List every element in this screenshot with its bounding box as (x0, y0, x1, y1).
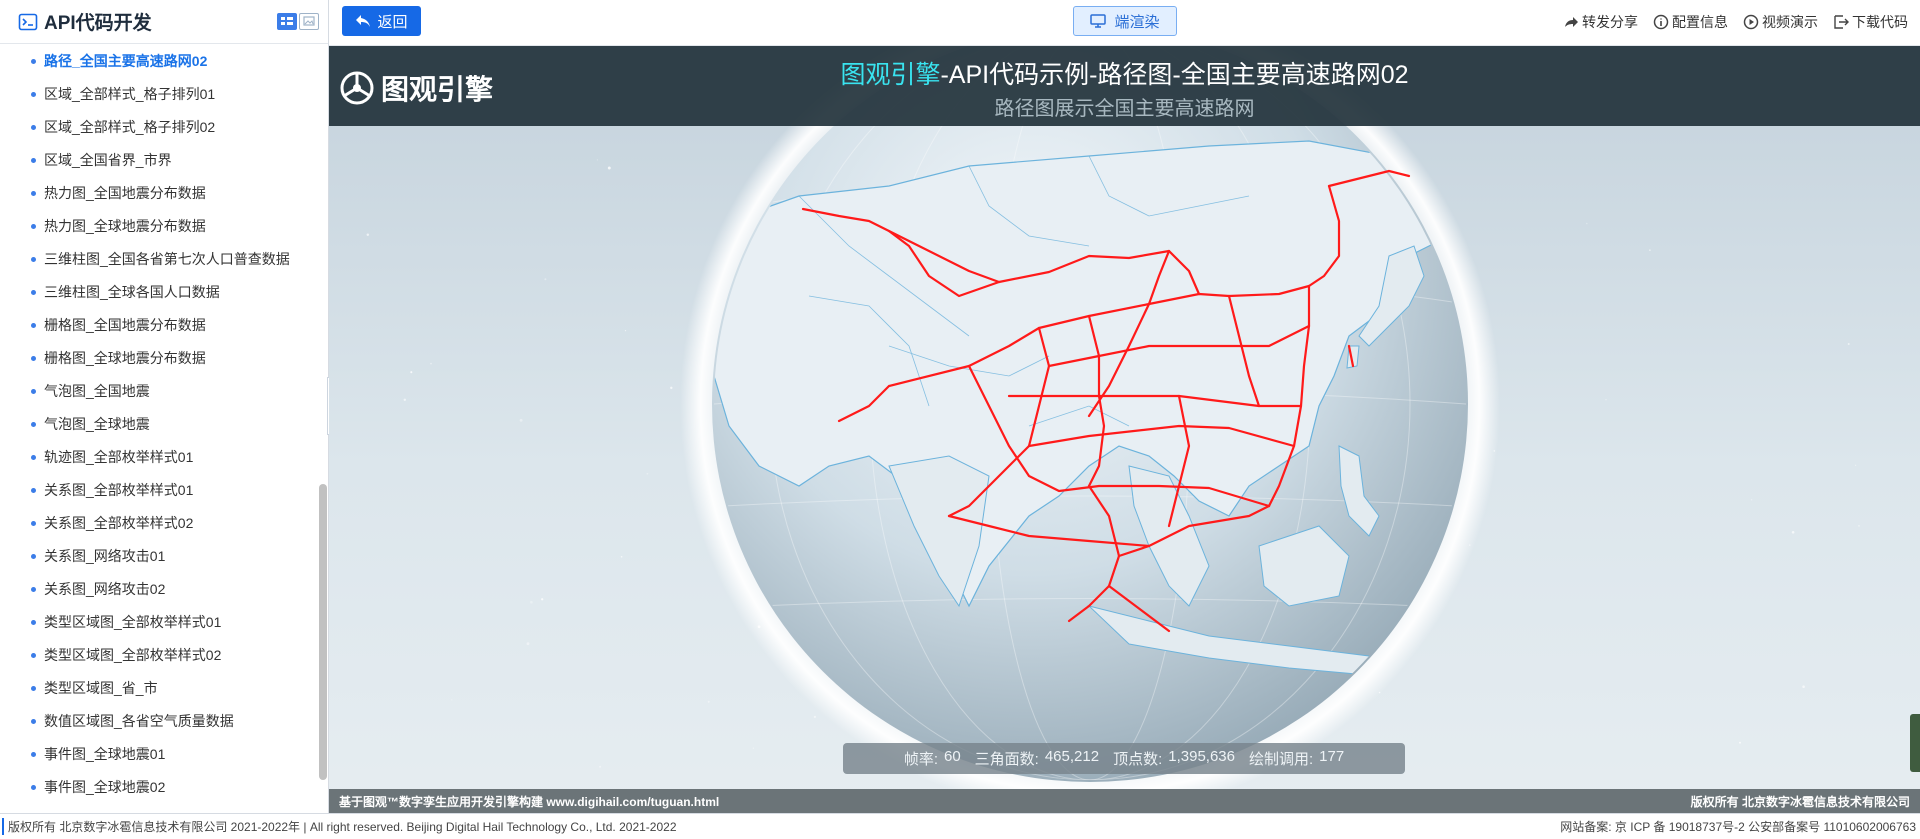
map-viewport[interactable]: 图观引擎 图观引擎-API代码示例-路径图-全国主要高速路网02 路径图展示全国… (329, 46, 1920, 813)
title-banner: 图观引擎 图观引擎-API代码示例-路径图-全国主要高速路网02 路径图展示全国… (329, 46, 1920, 126)
app-window: API代码开发 路径_全国主要高速路网02 区域_全部样式_格子排列01 区域_全部… (0, 0, 1920, 839)
render-mode-label: 端渲染 (1114, 13, 1160, 31)
sidebar-title: API代码开发 (44, 13, 152, 34)
stat-label: 顶点数: (1113, 751, 1163, 768)
sidebar-item[interactable]: 路径_全国主要高速路网02 (0, 47, 320, 80)
toolbar-actions: 转发分享 配置信息 视频演示 下载代码 (1563, 12, 1908, 32)
action-play[interactable]: 视频演示 (1743, 12, 1818, 32)
side-panel-handle[interactable] (1910, 714, 1920, 772)
sidebar-item[interactable]: 关系图_网络攻击01 (0, 542, 320, 575)
example-title: 图观引擎-API代码示例-路径图-全国主要高速路网02 (329, 55, 1920, 91)
credit-bar: 基于图观™数字孪生应用开发引擎构建 www.digihail.com/tugua… (329, 789, 1920, 813)
play-icon (1743, 14, 1759, 30)
credit-right: 版权所有 北京数字冰雹信息技术有限公司 (1690, 794, 1910, 809)
title-highlight: 图观引擎 (840, 61, 941, 89)
sidebar-item[interactable]: 热力图_全国地震分布数据 (0, 179, 320, 212)
back-button[interactable]: 返回 (342, 6, 421, 36)
download-icon (1834, 15, 1849, 29)
sidebar-item[interactable]: 类型区域图_全部枚举样式02 (0, 641, 320, 674)
sidebar-item[interactable]: 类型区域图_全部枚举样式01 (0, 608, 320, 641)
top-toolbar: 返回 端渲染 转发分享 配置信息 视频演示 下载代码 (329, 0, 1920, 46)
sidebar-item[interactable]: 轨迹图_全部枚举样式01 (0, 443, 320, 476)
example-list: 路径_全国主要高速路网02 区域_全部样式_格子排列01 区域_全部样式_格子排列0… (0, 47, 320, 806)
render-stats-panel: 帧率: 60 三角面数: 465,212 顶点数: 1,395,636 绘制调用: 177 (843, 743, 1405, 774)
action-download[interactable]: 下载代码 (1833, 12, 1908, 32)
stat-value: 1,395,636 (1168, 748, 1235, 765)
sidebar-item[interactable]: 三维柱图_全球各国人口数据 (0, 278, 320, 311)
back-label: 返回 (377, 13, 408, 31)
stat-item: 三角面数: 465,212 (975, 748, 1099, 769)
sidebar-item[interactable]: 气泡图_全球地震 (0, 410, 320, 443)
footer-icp: 网站备案: 京 ICP 备 19018737号-2 公安部备案号 1101060… (1560, 820, 1916, 834)
action-info[interactable]: 配置信息 (1653, 12, 1728, 32)
sidebar-item[interactable]: 事件图_全球地震01 (0, 740, 320, 773)
card-view-button[interactable] (299, 13, 319, 30)
action-label: 转发分享 (1582, 14, 1638, 30)
stat-value: 465,212 (1044, 748, 1100, 765)
example-subtitle: 路径图展示全国主要高速路网 (994, 98, 1255, 120)
stat-item: 绘制调用: 177 (1249, 748, 1344, 769)
sidebar-item[interactable]: 关系图_全部枚举样式02 (0, 509, 320, 542)
action-label: 配置信息 (1672, 14, 1728, 30)
sidebar-item[interactable]: 数值区域图_各省空气质量数据 (0, 707, 320, 740)
action-label: 下载代码 (1852, 14, 1908, 30)
sidebar-item[interactable]: 气泡图_全国地震 (0, 377, 320, 410)
sidebar: API代码开发 路径_全国主要高速路网02 区域_全部样式_格子排列01 区域_全部… (0, 0, 329, 813)
stat-value: 60 (943, 748, 961, 765)
sidebar-item[interactable]: 关系图_全部枚举样式01 (0, 476, 320, 509)
sidebar-item[interactable]: 区域_全国省界_市界 (0, 146, 320, 179)
render-mode-button[interactable]: 端渲染 (1073, 6, 1177, 36)
globe-map[interactable] (329, 46, 1920, 813)
sidebar-item[interactable]: 栅格图_全国地震分布数据 (0, 311, 320, 344)
sidebar-item[interactable]: 类型区域图_省_市 (0, 674, 320, 707)
stat-label: 帧率: (903, 751, 938, 768)
stat-label: 三角面数: (974, 751, 1039, 768)
footer-copyright: 版权所有 北京数字冰雹信息技术有限公司 2021-2022年 | All rig… (2, 818, 677, 835)
action-share[interactable]: 转发分享 (1563, 12, 1638, 32)
list-view-button[interactable] (277, 13, 297, 30)
title-rest: -API代码示例-路径图-全国主要高速路网02 (940, 61, 1409, 89)
monitor-icon (1090, 14, 1107, 28)
stat-value: 177 (1319, 748, 1345, 765)
sidebar-scrollbar[interactable] (319, 484, 327, 780)
list-view-icon (281, 17, 293, 25)
action-label: 视频演示 (1762, 14, 1818, 30)
page-footer: 版权所有 北京数字冰雹信息技术有限公司 2021-2022年 | All rig… (0, 813, 1920, 839)
share-icon (1565, 17, 1578, 27)
sidebar-item[interactable]: 关系图_网络攻击02 (0, 575, 320, 608)
stat-label: 绘制调用: (1248, 751, 1314, 768)
sidebar-item[interactable]: 区域_全部样式_格子排列02 (0, 113, 320, 146)
sidebar-header: API代码开发 (0, 0, 328, 44)
sidebar-item[interactable]: 热力图_全球地震分布数据 (0, 212, 320, 245)
stat-item: 帧率: 60 (904, 748, 961, 769)
stat-item: 顶点数: 1,395,636 (1113, 748, 1235, 769)
sidebar-item[interactable]: 栅格图_全球地震分布数据 (0, 344, 320, 377)
credit-left: 基于图观™数字孪生应用开发引擎构建 www.digihail.com/tugua… (339, 794, 720, 809)
info-icon (1653, 14, 1669, 30)
card-view-icon (303, 16, 315, 26)
sidebar-item[interactable]: 区域_全部样式_格子排列01 (0, 80, 320, 113)
terminal-icon (18, 13, 38, 30)
back-arrow-icon (356, 15, 371, 27)
view-toggle (277, 13, 319, 30)
sidebar-item[interactable]: 三维柱图_全国各省第七次人口普查数据 (0, 245, 320, 278)
sidebar-item[interactable]: 事件图_全球地震02 (0, 773, 320, 806)
